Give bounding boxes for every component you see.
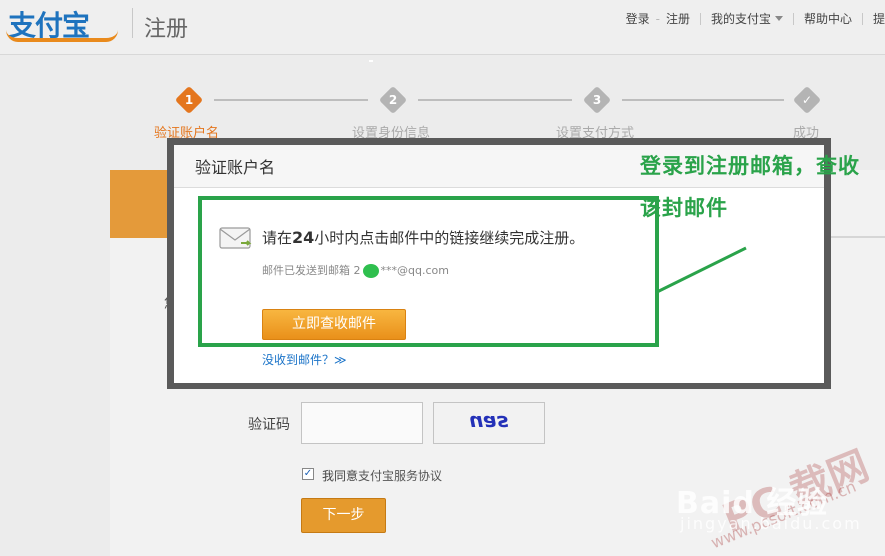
nav-login-link[interactable]: 登录 (626, 10, 650, 27)
no-mail-text: 没收到邮件？ (262, 353, 335, 367)
annotation-highlight-box (198, 196, 659, 347)
step-4-marker: ✓ (792, 85, 822, 115)
nav-my-alipay-link[interactable]: 我的支付宝 (711, 10, 771, 27)
baidu-url-watermark: jingyan.baidu.com (680, 514, 862, 533)
nav-divider (792, 12, 794, 25)
nav-register-link[interactable]: 注册 (666, 10, 690, 27)
annotation-line-1: 登录到注册邮箱，查收 (640, 154, 860, 178)
nav-separator: - (655, 11, 660, 26)
top-nav: 登录 - 注册 我的支付宝 帮助中心 提 (626, 10, 885, 27)
step-1-marker: 1 (174, 85, 204, 115)
alipay-logo[interactable]: 支付宝 (6, 4, 118, 42)
step-2-marker: 2 (378, 85, 408, 115)
step-3-marker: 3 (582, 85, 612, 115)
nav-more-link[interactable]: 提 (873, 10, 885, 27)
captcha-input[interactable] (301, 402, 423, 444)
agree-checkbox[interactable]: ✓ (302, 468, 314, 480)
step-number: 1 (184, 93, 194, 107)
annotation-line-2: 该封邮件 (640, 196, 728, 220)
nav-divider (699, 12, 701, 25)
nav-divider (861, 12, 863, 25)
agree-text: 我同意支付宝服务协议 (322, 467, 442, 484)
step-connector (622, 99, 784, 101)
captcha-label: 验证码 (248, 417, 290, 433)
service-agreement-link[interactable]: 支付宝服务协议 (358, 469, 442, 483)
chevron-down-icon[interactable] (774, 16, 783, 21)
top-header: 支付宝 注册 登录 - 注册 我的支付宝 帮助中心 提 (0, 0, 885, 55)
double-chevron-down-icon: ≫ (334, 353, 347, 367)
nav-help-link[interactable]: 帮助中心 (804, 10, 852, 27)
annotation-text: 登录到注册邮箱，查收 该封邮件 (640, 145, 885, 229)
dialog-title: 验证账户名 (195, 158, 276, 177)
step-connector (214, 99, 368, 101)
check-icon: ✓ (801, 93, 813, 107)
header-divider (132, 8, 133, 38)
panel-accent (110, 170, 170, 238)
captcha-image[interactable]: uas (433, 402, 545, 444)
page-title: 注册 (144, 17, 189, 42)
captcha-image-text: uas (469, 411, 509, 435)
header-marker (369, 60, 373, 62)
step-number: 2 (388, 93, 398, 107)
logo-swoosh (6, 30, 118, 42)
agree-prefix: 我同意 (322, 469, 359, 483)
step-connector (418, 99, 572, 101)
next-step-button[interactable]: 下一步 (301, 498, 386, 533)
no-mail-link[interactable]: 没收到邮件？≫ (262, 351, 347, 368)
step-number: 3 (592, 93, 602, 107)
